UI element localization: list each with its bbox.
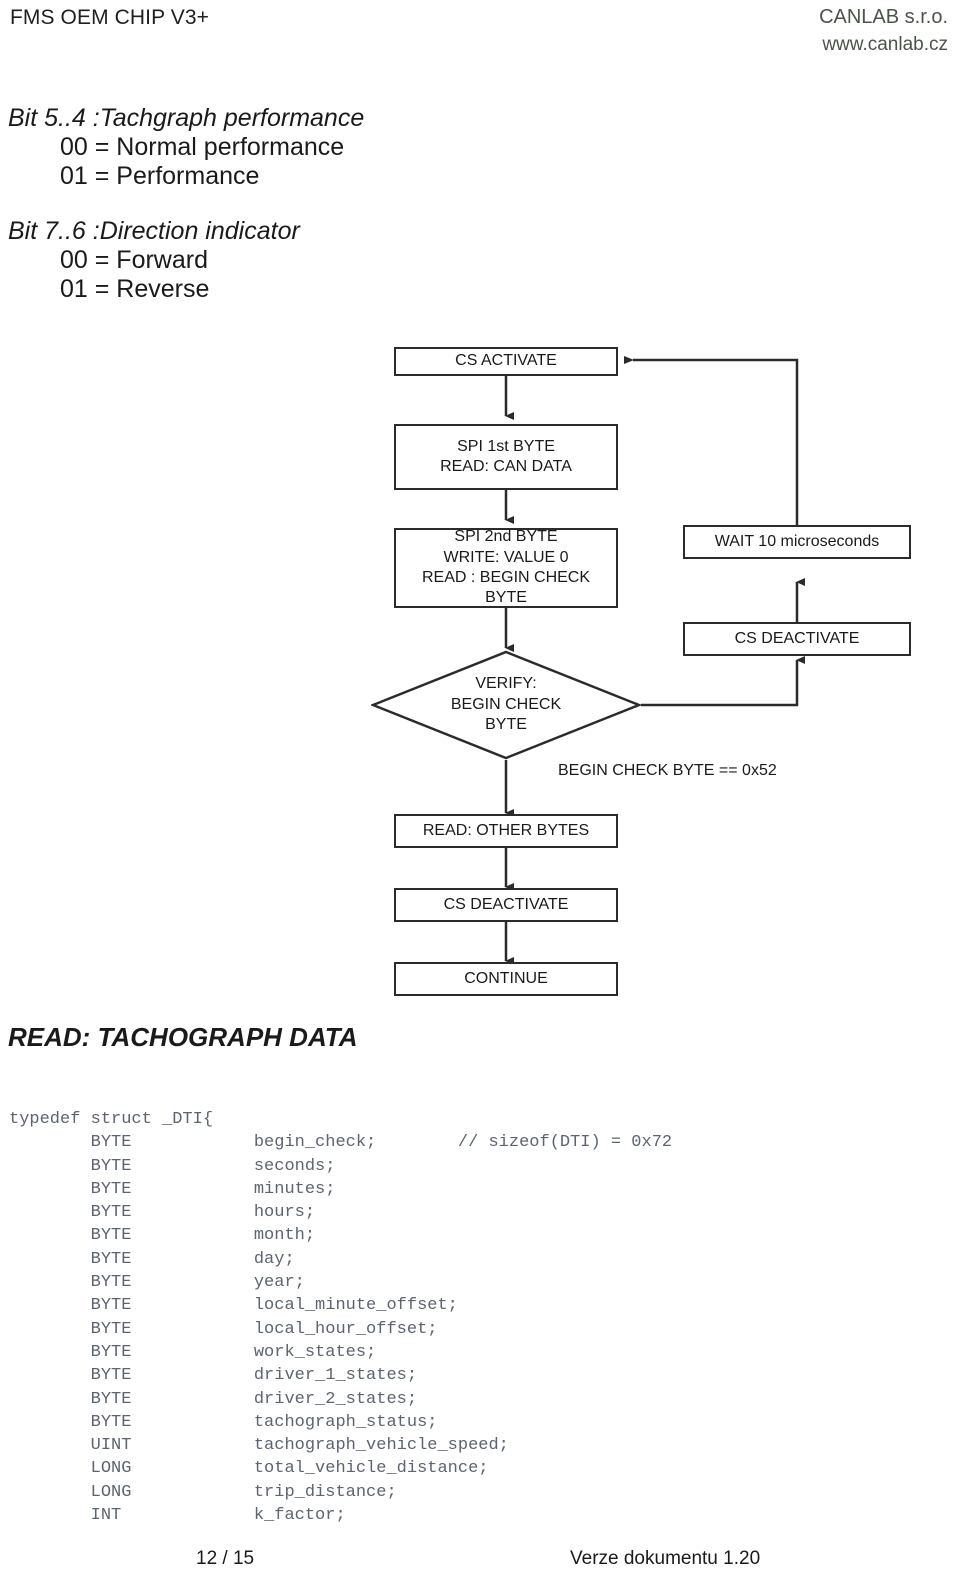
bit-option-value: 00 = Normal performance <box>60 133 345 161</box>
flow-box-wait-10-microseconds: WAIT 10 microseconds <box>683 525 911 559</box>
code-line: BYTE local_hour_offset; <box>9 1319 438 1339</box>
code-line: BYTE year; <box>9 1273 305 1293</box>
bit-option-value: 00 = Forward <box>60 246 208 274</box>
flow-edge-label-begin-check-condition: BEGIN CHECK BYTE == 0x52 <box>558 762 777 780</box>
bit-definition-heading: Bit 5..4 :Tachgraph performance <box>8 104 365 132</box>
code-line: BYTE begin_check; // sizeof(DTI) = 0x72 <box>9 1133 673 1153</box>
code-line: LONG total_vehicle_distance; <box>9 1459 489 1479</box>
bit-definition-tachograph-performance: Bit 5..4 :Tachgraph performance 00 = Nor… <box>8 104 364 191</box>
flow-box-continue: CONTINUE <box>394 962 618 996</box>
bit-option-value: 01 = Reverse <box>60 275 210 303</box>
flow-box-label: CS DEACTIVATE <box>734 629 860 647</box>
flow-box-spi-first-byte: SPI 1st BYTE READ: CAN DATA <box>394 424 618 490</box>
struct-definition-code-block: typedef struct _DTI{ BYTE begin_check; /… <box>9 1108 949 1527</box>
flow-box-label: SPI 2nd BYTE WRITE: VALUE 0 READ : BEGIN… <box>421 528 591 607</box>
edge-label-text: BEGIN CHECK BYTE == 0x52 <box>558 762 777 779</box>
footer-page-number: 12 / 15 <box>196 1548 255 1569</box>
flow-box-cs-deactivate-final: CS DEACTIVATE <box>394 888 618 922</box>
page-header: FMS OEM CHIP V3+ CANLAB s.r.o. www.canla… <box>0 0 960 70</box>
bit-option-value: 01 = Performance <box>60 162 260 190</box>
code-line: BYTE month; <box>9 1226 316 1246</box>
flow-box-read-other-bytes: READ: OTHER BYTES <box>394 814 618 848</box>
flow-box-label: READ: OTHER BYTES <box>422 821 590 839</box>
flow-box-label: CS DEACTIVATE <box>443 895 569 913</box>
code-line: INT k_factor; <box>9 1506 346 1526</box>
code-line: BYTE hours; <box>9 1203 316 1223</box>
bit-definition-direction-indicator: Bit 7..6 :Direction indicator 00 = Forwa… <box>8 217 300 304</box>
code-line: BYTE minutes; <box>9 1179 336 1199</box>
code-line: BYTE day; <box>9 1249 295 1269</box>
code-line: typedef struct _DTI{ <box>9 1110 214 1129</box>
code-line: BYTE local_minute_offset; <box>9 1296 458 1316</box>
code-line: BYTE driver_1_states; <box>9 1366 418 1386</box>
code-line: BYTE work_states; <box>9 1342 377 1362</box>
header-company-name: CANLAB s.r.o. <box>819 6 948 28</box>
code-line: UINT tachograph_vehicle_speed; <box>9 1436 509 1456</box>
section-heading-read-tachograph-data: READ: TACHOGRAPH DATA <box>8 1022 358 1052</box>
flow-box-label: CS ACTIVATE <box>455 352 557 370</box>
flow-box-cs-deactivate-retry: CS DEACTIVATE <box>683 622 911 656</box>
header-product-title: FMS OEM CHIP V3+ <box>10 6 210 29</box>
spi-read-flowchart: CS ACTIVATE SPI 1st BYTE READ: CAN DATA … <box>0 330 960 1010</box>
flow-box-label: CONTINUE <box>464 969 548 987</box>
header-website-link: www.canlab.cz <box>822 34 948 55</box>
code-line: BYTE seconds; <box>9 1156 336 1176</box>
flow-decision-label: VERIFY: BEGIN CHECK BYTE <box>450 675 562 734</box>
code-line: BYTE driver_2_states; <box>9 1389 418 1409</box>
flow-box-spi-second-byte: SPI 2nd BYTE WRITE: VALUE 0 READ : BEGIN… <box>394 528 618 608</box>
code-line: BYTE tachograph_status; <box>9 1412 438 1432</box>
code-line: LONG trip_distance; <box>9 1482 397 1502</box>
flow-box-cs-activate: CS ACTIVATE <box>394 347 618 376</box>
flow-box-label: SPI 1st BYTE READ: CAN DATA <box>440 437 572 475</box>
bit-definition-heading: Bit 7..6 :Direction indicator <box>8 217 300 245</box>
flow-box-label: WAIT 10 microseconds <box>714 532 880 550</box>
footer-document-version: Verze dokumentu 1.20 <box>570 1548 761 1569</box>
flow-decision-verify-begin-check: VERIFY: BEGIN CHECK BYTE <box>371 650 641 760</box>
